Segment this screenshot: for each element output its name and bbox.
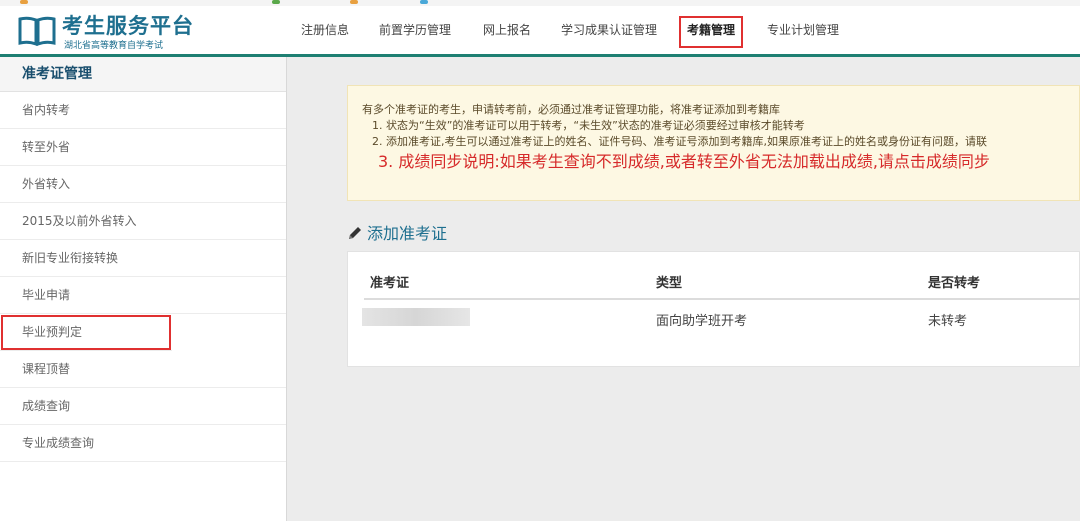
nav-item-online-signup[interactable]: 网上报名	[483, 16, 531, 44]
sidebar-item-major-conversion[interactable]: 新旧专业衔接转换	[0, 240, 286, 277]
site-header: 考生服务平台 湖北省高等教育自学考试 注册信息 前置学历管理 网上报名 学习成果…	[0, 6, 1080, 57]
sidebar-item-score-query[interactable]: 成绩查询	[0, 388, 286, 425]
logo-title: 考生服务平台	[62, 14, 194, 38]
notice-box: 有多个准考证的考生，申请转考前，必须通过准考证管理功能，将准考证添加到考籍库 1…	[347, 85, 1080, 201]
bookmark-icon[interactable]	[272, 0, 280, 4]
bookmark-icon[interactable]	[350, 0, 358, 4]
sidebar-item-transfer-in[interactable]: 外省转入	[0, 166, 286, 203]
cell-type: 面向助学班开考	[656, 314, 748, 329]
cell-transfer-status: 未转考	[928, 314, 968, 329]
notice-line-1: 1. 状态为“生效”的准考证可以用于转考，“未生效”状态的准考证必须要经过审核才…	[372, 119, 805, 132]
book-icon	[18, 16, 56, 46]
nav-item-credit-recognition[interactable]: 学习成果认证管理	[561, 16, 657, 44]
notice-intro: 有多个准考证的考生，申请转考前，必须通过准考证管理功能，将准考证添加到考籍库	[362, 103, 780, 116]
sidebar-item-major-score-query[interactable]: 专业成绩查询	[0, 425, 286, 462]
ticket-number-redacted	[362, 308, 470, 326]
nav-item-prior-education[interactable]: 前置学历管理	[379, 16, 451, 44]
sidebar-item-transfer-out[interactable]: 转至外省	[0, 129, 286, 166]
sidebar: 准考证管理 省内转考 转至外省 外省转入 2015及以前外省转入 新旧专业衔接转…	[0, 57, 287, 521]
nav-item-exam-records[interactable]: 考籍管理	[679, 16, 744, 48]
main-content: 有多个准考证的考生，申请转考前，必须通过准考证管理功能，将准考证添加到考籍库 1…	[287, 57, 1080, 521]
column-header-ticket: 准考证	[370, 276, 410, 291]
notice-line-3: 3. 成绩同步说明:如果考生查询不到成绩,或者转至外省无法加载出成绩,请点击成绩…	[378, 152, 990, 171]
column-header-transfer: 是否转考	[928, 276, 981, 291]
sidebar-item-in-province-transfer[interactable]: 省内转考	[0, 92, 286, 129]
nav-item-major-plan[interactable]: 专业计划管理	[767, 16, 839, 44]
section-title-text: 添加准考证	[367, 224, 448, 243]
site-logo[interactable]: 考生服务平台 湖北省高等教育自学考试	[18, 10, 193, 52]
nav-item-registration[interactable]: 注册信息	[301, 16, 349, 44]
sidebar-item-graduation-prejudgment[interactable]: 毕业预判定	[0, 314, 172, 351]
bookmark-icon[interactable]	[20, 0, 28, 4]
pencil-icon	[349, 227, 361, 239]
logo-subtitle: 湖北省高等教育自学考试	[64, 41, 164, 51]
table-header-divider	[364, 298, 1080, 300]
column-header-type: 类型	[656, 276, 683, 291]
sidebar-item-legacy-transfer-in[interactable]: 2015及以前外省转入	[0, 203, 286, 240]
section-title: 添加准考证	[347, 220, 447, 244]
admission-ticket-table: 准考证 类型 是否转考 面向助学班开考 未转考	[347, 251, 1080, 367]
sidebar-item-course-substitution[interactable]: 课程顶替	[0, 351, 286, 388]
notice-line-2: 2. 添加准考证,考生可以通过准考证上的姓名、证件号码、准考证号添加到考籍库,如…	[372, 135, 987, 148]
bookmark-icon[interactable]	[420, 0, 428, 4]
sidebar-item-graduation-application[interactable]: 毕业申请	[0, 277, 286, 314]
sidebar-heading[interactable]: 准考证管理	[0, 57, 286, 92]
